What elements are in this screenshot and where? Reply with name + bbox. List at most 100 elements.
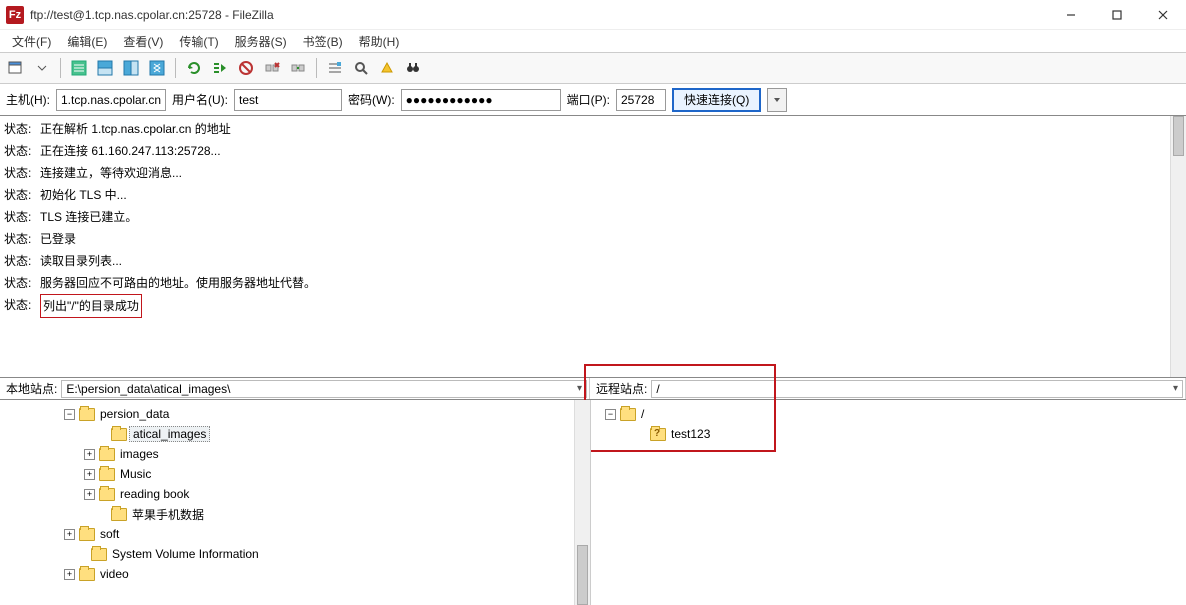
toggle-log-icon[interactable] xyxy=(67,56,91,80)
vertical-splitter[interactable] xyxy=(588,400,592,605)
tree-node[interactable]: / xyxy=(638,407,647,421)
menu-view[interactable]: 查看(V) xyxy=(115,31,171,52)
menu-bookmarks[interactable]: 书签(B) xyxy=(295,31,351,52)
disconnect-icon[interactable] xyxy=(260,56,284,80)
log-line: 连接建立，等待欢迎消息... xyxy=(40,162,1182,184)
log-line: 正在解析 1.tcp.nas.cpolar.cn 的地址 xyxy=(40,118,1182,140)
toggle-remote-tree-icon[interactable] xyxy=(119,56,143,80)
log-line: 已登录 xyxy=(40,228,1182,250)
log-label: 状态: xyxy=(4,294,40,318)
expand-icon[interactable]: + xyxy=(84,449,95,460)
folder-icon xyxy=(79,528,95,541)
expand-icon[interactable]: + xyxy=(84,489,95,500)
chevron-down-icon[interactable]: ▾ xyxy=(1173,383,1178,394)
log-label: 状态: xyxy=(4,162,40,184)
search-icon[interactable] xyxy=(349,56,373,80)
close-button[interactable] xyxy=(1140,0,1186,30)
log-line: 读取目录列表... xyxy=(40,250,1182,272)
log-label: 状态: xyxy=(4,206,40,228)
tree-node[interactable]: soft xyxy=(97,527,122,541)
log-line: TLS 连接已建立。 xyxy=(40,206,1182,228)
port-label: 端口(P): xyxy=(567,91,610,108)
host-input[interactable] xyxy=(56,89,166,111)
folder-icon xyxy=(91,548,107,561)
user-label: 用户名(U): xyxy=(172,91,228,108)
toolbar xyxy=(0,52,1186,84)
site-path-bars: 本地站点: E:\persion_data\atical_images\ ▾ 远… xyxy=(0,378,1186,400)
log-line: 服务器回应不可路由的地址。使用服务器地址代替。 xyxy=(40,272,1182,294)
tree-node[interactable]: atical_images xyxy=(129,426,210,442)
titlebar: Fz ftp://test@1.tcp.nas.cpolar.cn:25728 … xyxy=(0,0,1186,30)
toggle-queue-icon[interactable] xyxy=(145,56,169,80)
collapse-icon[interactable]: − xyxy=(605,409,616,420)
collapse-icon[interactable]: − xyxy=(64,409,75,420)
port-input[interactable] xyxy=(616,89,666,111)
tree-node[interactable]: 苹果手机数据 xyxy=(129,506,207,523)
cancel-icon[interactable] xyxy=(234,56,258,80)
log-label: 状态: xyxy=(4,272,40,294)
expand-icon[interactable]: + xyxy=(64,529,75,540)
menu-transfer[interactable]: 传输(T) xyxy=(171,31,226,52)
expand-icon[interactable]: + xyxy=(84,469,95,480)
tree-node[interactable]: System Volume Information xyxy=(109,547,262,561)
tree-node[interactable]: persion_data xyxy=(97,407,172,421)
log-label: 状态: xyxy=(4,228,40,250)
log-line: 列出"/"的目录成功 xyxy=(40,294,1182,318)
folder-icon xyxy=(111,428,127,441)
folder-icon xyxy=(99,468,115,481)
menu-help[interactable]: 帮助(H) xyxy=(351,31,408,52)
reconnect-icon[interactable] xyxy=(286,56,310,80)
quickconnect-button[interactable]: 快速连接(Q) xyxy=(672,88,761,112)
folder-icon xyxy=(79,408,95,421)
folder-icon xyxy=(620,408,636,421)
local-tree[interactable]: − persion_data atical_images + images + Mus… xyxy=(0,400,590,605)
log-scrollbar[interactable] xyxy=(1170,116,1186,377)
folder-icon xyxy=(111,508,127,521)
pass-input[interactable] xyxy=(401,89,561,111)
tree-node[interactable]: reading book xyxy=(117,487,192,501)
folder-icon xyxy=(99,448,115,461)
local-site-path[interactable]: E:\persion_data\atical_images\ ▾ xyxy=(61,380,587,398)
toggle-local-tree-icon[interactable] xyxy=(93,56,117,80)
menu-edit[interactable]: 编辑(E) xyxy=(59,31,115,52)
quickconnect-bar: 主机(H): 用户名(U): 密码(W): 端口(P): 快速连接(Q) xyxy=(0,84,1186,116)
site-manager-icon[interactable] xyxy=(4,56,28,80)
log-line: 正在连接 61.160.247.113:25728... xyxy=(40,140,1182,162)
chevron-down-icon[interactable]: ▾ xyxy=(577,383,582,394)
minimize-button[interactable] xyxy=(1048,0,1094,30)
refresh-icon[interactable] xyxy=(182,56,206,80)
pass-label: 密码(W): xyxy=(348,91,395,108)
tree-node[interactable]: Music xyxy=(117,467,154,481)
process-queue-icon[interactable] xyxy=(208,56,232,80)
tree-node[interactable]: video xyxy=(97,567,132,581)
remote-site-path[interactable]: / ▾ xyxy=(651,380,1183,398)
menu-server[interactable]: 服务器(S) xyxy=(227,31,295,52)
folder-icon xyxy=(99,488,115,501)
tree-node[interactable]: images xyxy=(117,447,162,461)
menubar: 文件(F) 编辑(E) 查看(V) 传输(T) 服务器(S) 书签(B) 帮助(… xyxy=(0,30,1186,52)
menu-file[interactable]: 文件(F) xyxy=(4,31,59,52)
filter-icon[interactable] xyxy=(323,56,347,80)
user-input[interactable] xyxy=(234,89,342,111)
unknown-folder-icon xyxy=(650,428,666,441)
tree-node[interactable]: test123 xyxy=(668,427,713,441)
expand-icon[interactable]: + xyxy=(64,569,75,580)
tree-panels: − persion_data atical_images + images + Mus… xyxy=(0,400,1186,605)
folder-icon xyxy=(79,568,95,581)
log-panel[interactable]: 状态:正在解析 1.tcp.nas.cpolar.cn 的地址 状态:正在连接 … xyxy=(0,116,1186,378)
quickconnect-dropdown[interactable] xyxy=(767,88,787,112)
log-label: 状态: xyxy=(4,140,40,162)
remote-tree[interactable]: − / test123 xyxy=(590,400,1186,605)
host-label: 主机(H): xyxy=(6,91,50,108)
app-logo: Fz xyxy=(6,6,24,24)
log-line: 初始化 TLS 中... xyxy=(40,184,1182,206)
binoculars-icon[interactable] xyxy=(401,56,425,80)
remote-site-label: 远程站点: xyxy=(592,380,647,397)
local-site-label: 本地站点: xyxy=(2,380,57,397)
dropdown-icon[interactable] xyxy=(30,56,54,80)
compare-icon[interactable] xyxy=(375,56,399,80)
maximize-button[interactable] xyxy=(1094,0,1140,30)
log-label: 状态: xyxy=(4,184,40,206)
log-label: 状态: xyxy=(4,118,40,140)
log-label: 状态: xyxy=(4,250,40,272)
